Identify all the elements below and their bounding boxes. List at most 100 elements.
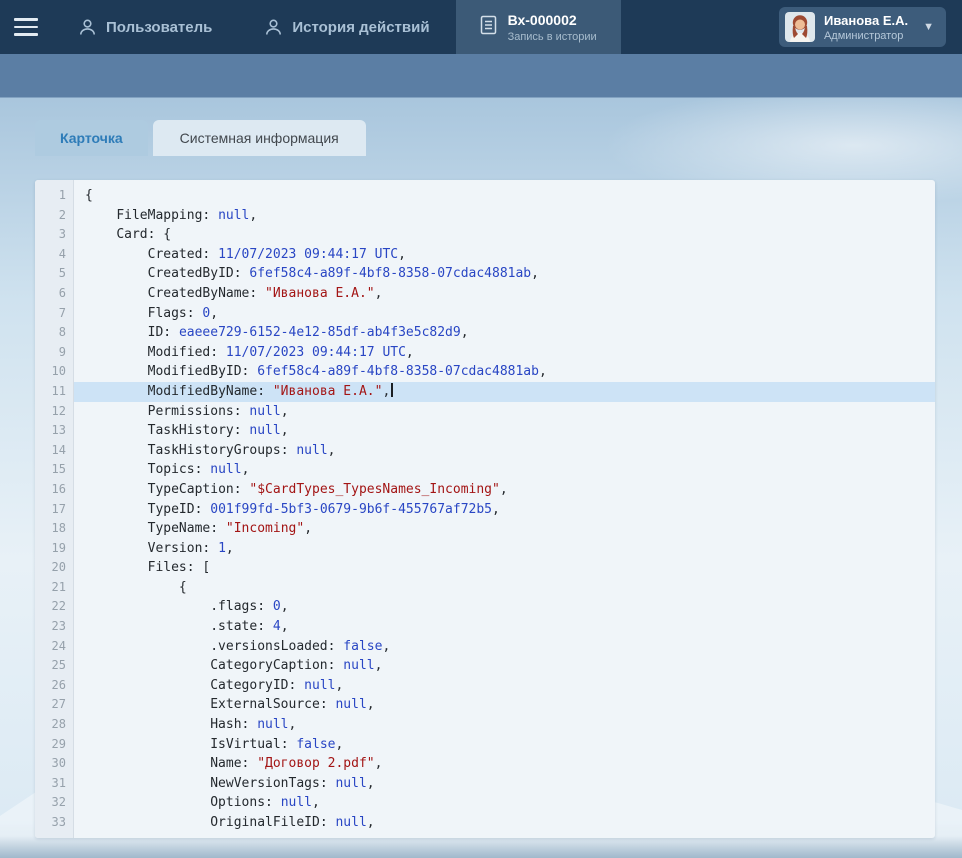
code-line[interactable]: 28 Hash: null, [35, 715, 935, 735]
nav-item-user[interactable]: Пользователь [52, 0, 238, 54]
menu-button[interactable] [0, 0, 52, 54]
code-text: Options: null, [74, 793, 935, 813]
background-water [0, 836, 962, 858]
code-line[interactable]: 23 .state: 4, [35, 617, 935, 637]
line-number: 17 [35, 500, 74, 520]
code-text: NewVersionTags: null, [74, 774, 935, 794]
code-text: IsVirtual: false, [74, 735, 935, 755]
line-number: 10 [35, 362, 74, 382]
topbar: Пользователь История действий Вх-000002 … [0, 0, 962, 54]
line-number: 24 [35, 637, 74, 657]
tab-system-info[interactable]: Системная информация [153, 120, 366, 156]
line-number: 19 [35, 539, 74, 559]
code-line[interactable]: 27 ExternalSource: null, [35, 695, 935, 715]
user-role: Администратор [824, 30, 908, 42]
code-text: TaskHistoryGroups: null, [74, 441, 935, 461]
code-line[interactable]: 11 ModifiedByName: "Иванова Е.А.", [35, 382, 935, 402]
code-line[interactable]: 32 Options: null, [35, 793, 935, 813]
nav-item-label: Пользователь [106, 19, 212, 36]
code-line[interactable]: 2 FileMapping: null, [35, 206, 935, 226]
code-text: CreatedByID: 6fef58c4-a89f-4bf8-8358-07c… [74, 264, 935, 284]
code-viewer: 1{2 FileMapping: null,3 Card: {4 Created… [35, 180, 935, 833]
code-text: Created: 11/07/2023 09:44:17 UTC, [74, 245, 935, 265]
line-number: 8 [35, 323, 74, 343]
code-line[interactable]: 16 TypeCaption: "$CardTypes_TypesNames_I… [35, 480, 935, 500]
line-number: 2 [35, 206, 74, 226]
line-number: 14 [35, 441, 74, 461]
code-line[interactable]: 8 ID: eaeee729-6152-4e12-85df-ab4f3e5c82… [35, 323, 935, 343]
line-number: 23 [35, 617, 74, 637]
code-line[interactable]: 14 TaskHistoryGroups: null, [35, 441, 935, 461]
user-menu[interactable]: Иванова Е.А. Администратор ▼ [779, 7, 946, 47]
code-text: ModifiedByID: 6fef58c4-a89f-4bf8-8358-07… [74, 362, 935, 382]
person-icon [78, 18, 97, 37]
line-number: 5 [35, 264, 74, 284]
code-line[interactable]: 31 NewVersionTags: null, [35, 774, 935, 794]
code-text: Files: [ [74, 558, 935, 578]
line-number: 21 [35, 578, 74, 598]
code-line[interactable]: 22 .flags: 0, [35, 597, 935, 617]
main-content: Карточка Системная информация [0, 97, 962, 156]
code-text: TypeCaption: "$CardTypes_TypesNames_Inco… [74, 480, 935, 500]
user-avatar [785, 12, 815, 42]
code-line[interactable]: 18 TypeName: "Incoming", [35, 519, 935, 539]
code-text: FileMapping: null, [74, 206, 935, 226]
line-number: 13 [35, 421, 74, 441]
code-text: Flags: 0, [74, 304, 935, 324]
code-text: Hash: null, [74, 715, 935, 735]
code-line[interactable]: 6 CreatedByName: "Иванова Е.А.", [35, 284, 935, 304]
code-line[interactable]: 20 Files: [ [35, 558, 935, 578]
tab-bar: Карточка Системная информация [35, 120, 962, 156]
document-tab[interactable]: Вх-000002 Запись в истории [456, 0, 621, 54]
code-text: Modified: 11/07/2023 09:44:17 UTC, [74, 343, 935, 363]
code-text: ID: eaeee729-6152-4e12-85df-ab4f3e5c82d9… [74, 323, 935, 343]
code-line[interactable]: 7 Flags: 0, [35, 304, 935, 324]
line-number: 1 [35, 186, 74, 206]
nav-item-history[interactable]: История действий [238, 0, 455, 54]
code-line[interactable]: 29 IsVirtual: false, [35, 735, 935, 755]
code-line[interactable]: 1{ [35, 186, 935, 206]
code-line[interactable]: 12 Permissions: null, [35, 402, 935, 422]
line-number: 33 [35, 813, 74, 833]
code-line[interactable]: 19 Version: 1, [35, 539, 935, 559]
code-line[interactable]: 9 Modified: 11/07/2023 09:44:17 UTC, [35, 343, 935, 363]
line-number: 12 [35, 402, 74, 422]
person-history-icon [264, 18, 283, 37]
code-text: { [74, 578, 935, 598]
line-number: 15 [35, 460, 74, 480]
system-info-code-panel: 1{2 FileMapping: null,3 Card: {4 Created… [35, 180, 935, 838]
code-text: Name: "Договор 2.pdf", [74, 754, 935, 774]
code-line[interactable]: 10 ModifiedByID: 6fef58c4-a89f-4bf8-8358… [35, 362, 935, 382]
document-tab-subtitle: Запись в истории [508, 31, 597, 43]
text-cursor [391, 383, 393, 397]
code-text: CategoryCaption: null, [74, 656, 935, 676]
code-text: .state: 4, [74, 617, 935, 637]
code-text: .versionsLoaded: false, [74, 637, 935, 657]
code-line[interactable]: 33 OriginalFileID: null, [35, 813, 935, 833]
code-line[interactable]: 26 CategoryID: null, [35, 676, 935, 696]
code-line[interactable]: 30 Name: "Договор 2.pdf", [35, 754, 935, 774]
code-line[interactable]: 15 Topics: null, [35, 460, 935, 480]
code-text: TaskHistory: null, [74, 421, 935, 441]
code-text: CreatedByName: "Иванова Е.А.", [74, 284, 935, 304]
code-line[interactable]: 3 Card: { [35, 225, 935, 245]
code-text: { [74, 186, 935, 206]
code-line[interactable]: 13 TaskHistory: null, [35, 421, 935, 441]
header-band [0, 54, 962, 97]
code-text: CategoryID: null, [74, 676, 935, 696]
code-line[interactable]: 5 CreatedByID: 6fef58c4-a89f-4bf8-8358-0… [35, 264, 935, 284]
code-line[interactable]: 17 TypeID: 001f99fd-5bf3-0679-9b6f-45576… [35, 500, 935, 520]
line-number: 6 [35, 284, 74, 304]
line-number: 18 [35, 519, 74, 539]
document-tab-title: Вх-000002 [508, 12, 597, 28]
code-line[interactable]: 21 { [35, 578, 935, 598]
line-number: 9 [35, 343, 74, 363]
line-number: 32 [35, 793, 74, 813]
code-line[interactable]: 25 CategoryCaption: null, [35, 656, 935, 676]
code-line[interactable]: 4 Created: 11/07/2023 09:44:17 UTC, [35, 245, 935, 265]
line-number: 26 [35, 676, 74, 696]
line-number: 25 [35, 656, 74, 676]
tab-card[interactable]: Карточка [35, 120, 148, 156]
code-text: .flags: 0, [74, 597, 935, 617]
code-line[interactable]: 24 .versionsLoaded: false, [35, 637, 935, 657]
